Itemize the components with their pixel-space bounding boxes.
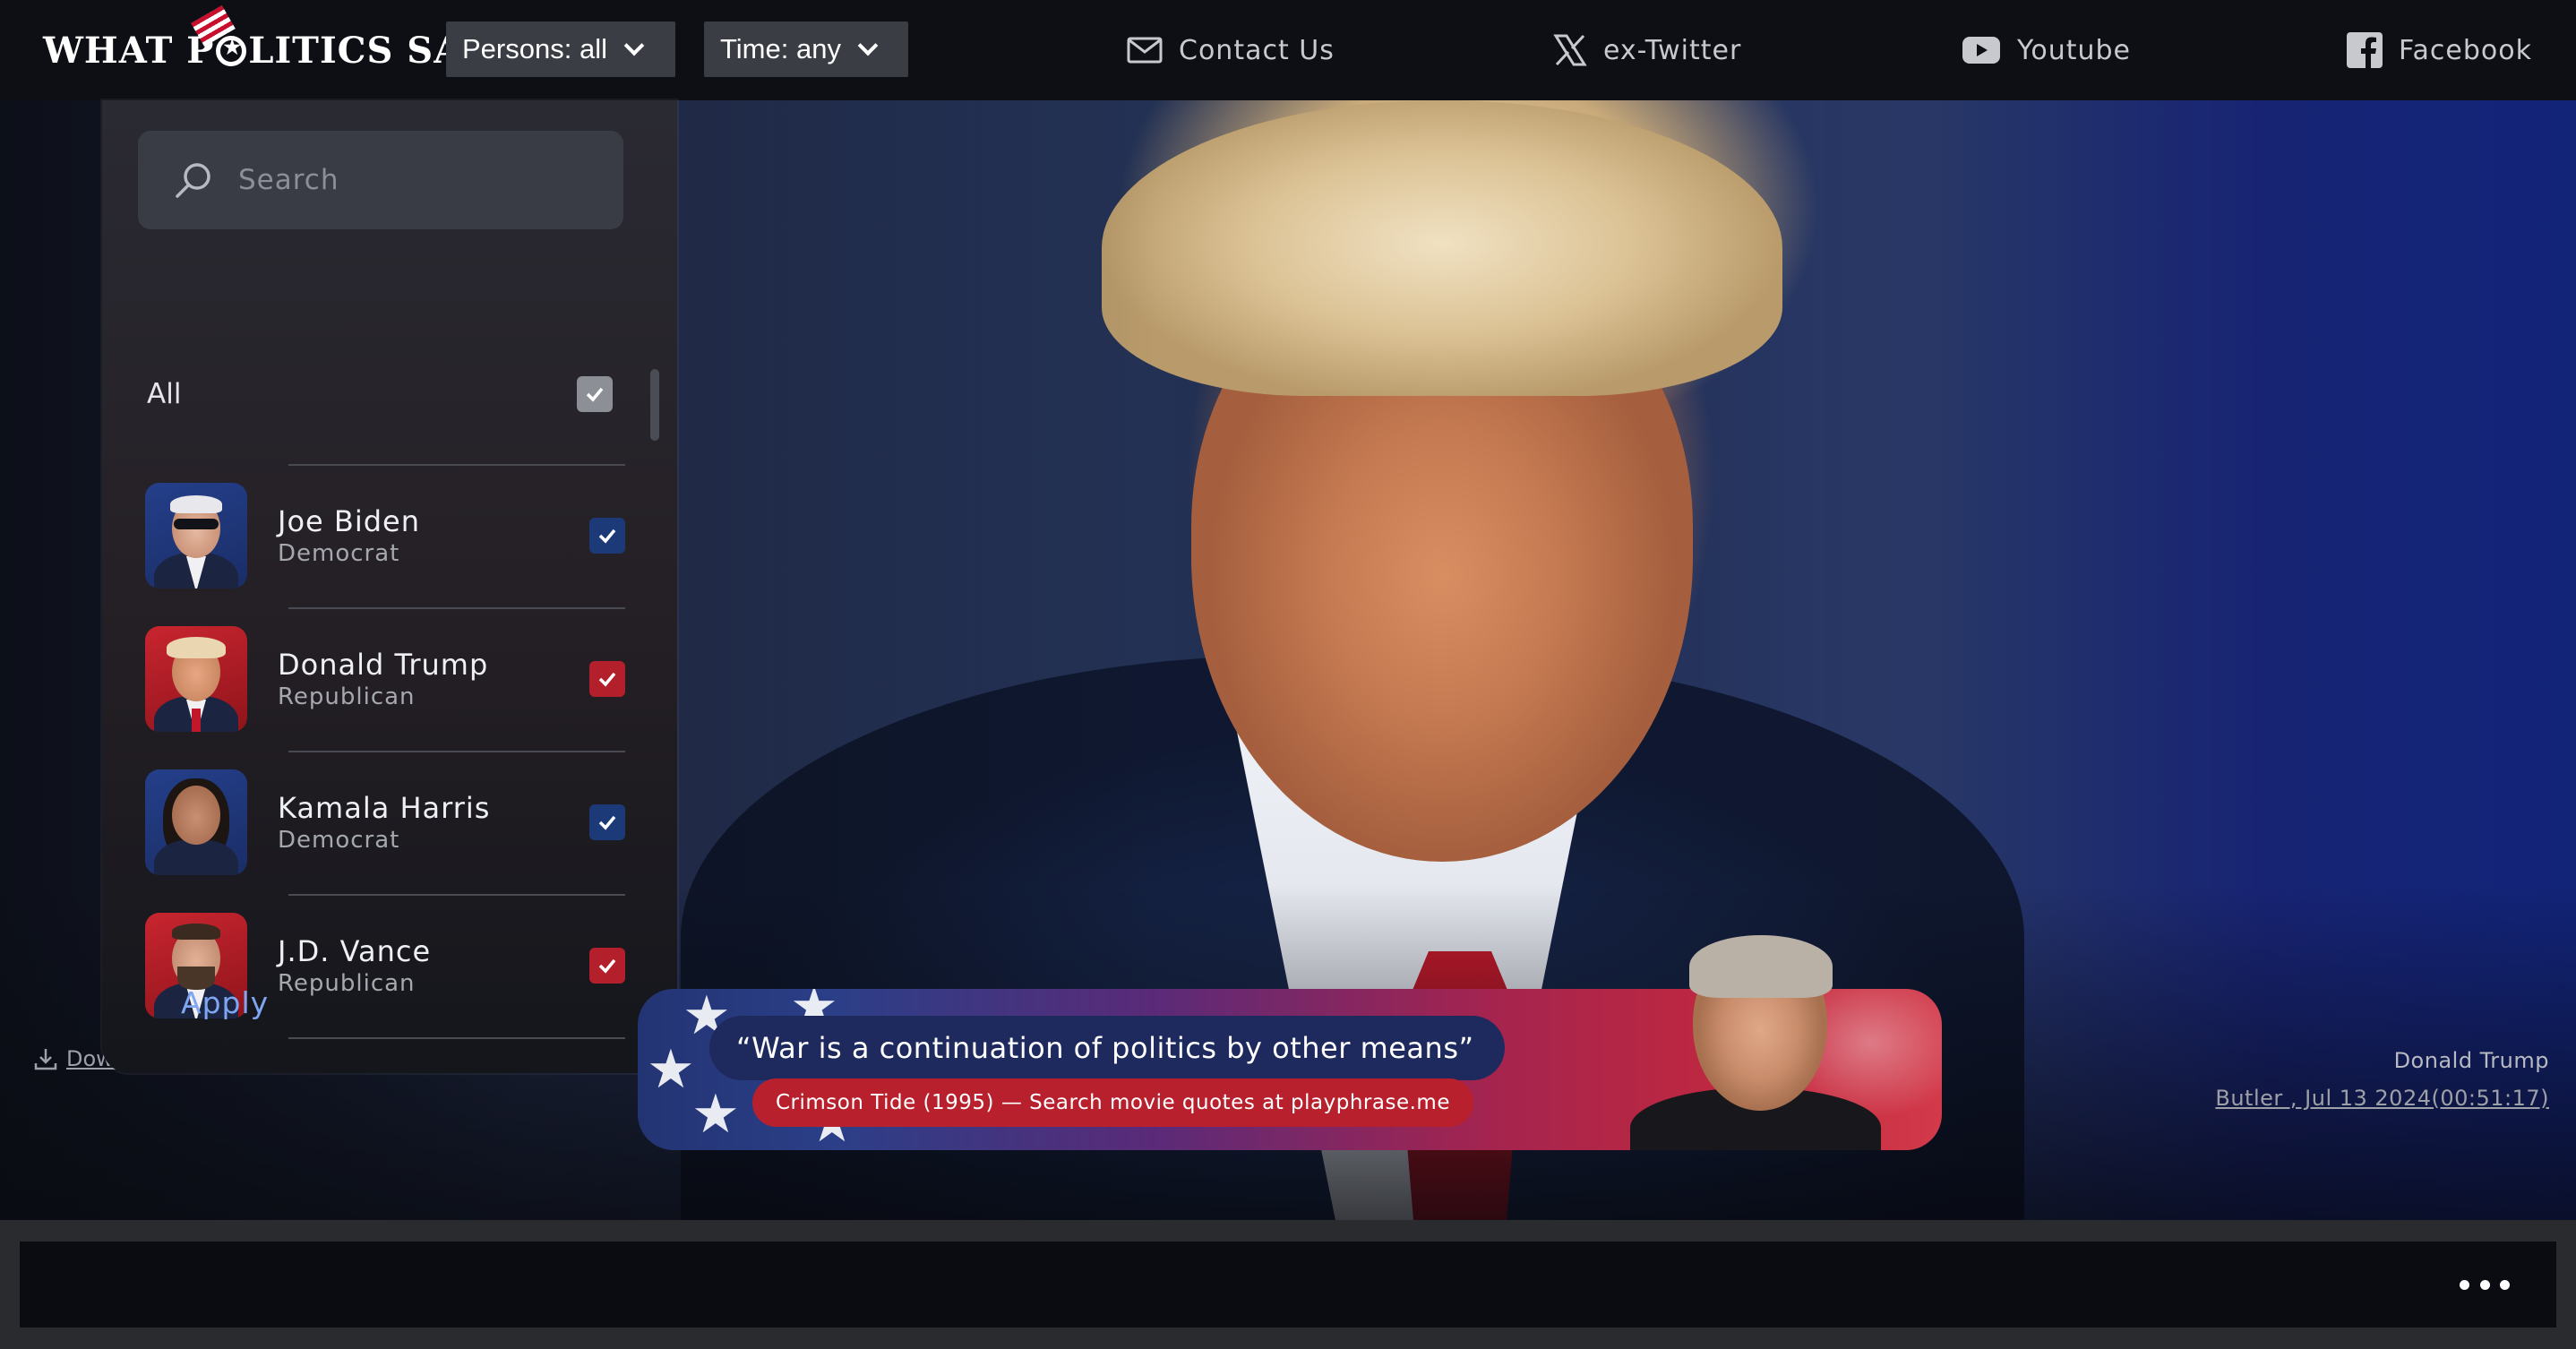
facebook-icon	[2347, 32, 2383, 68]
avatar	[145, 483, 247, 589]
person-name: Kamala Harris	[278, 791, 491, 825]
chevron-down-icon	[857, 35, 879, 56]
player-bar	[0, 1220, 2576, 1349]
x-icon	[1553, 34, 1587, 66]
select-all-checkbox[interactable]	[577, 376, 613, 412]
person-party: Democrat	[278, 540, 400, 567]
panel-scrollbar[interactable]	[650, 369, 659, 441]
check-icon	[598, 528, 616, 544]
apply-button[interactable]: Apply	[181, 985, 269, 1020]
person-checkbox[interactable]	[589, 948, 625, 984]
clip-caption: Donald Trump Butler , Jul 13 2024(00:51:…	[2215, 1048, 2549, 1111]
youtube-label: Youtube	[2017, 34, 2131, 66]
search-input[interactable]	[236, 163, 577, 197]
twitter-link[interactable]: ex-Twitter	[1553, 27, 1741, 73]
download-icon	[34, 1049, 57, 1070]
time-dropdown-label: Time: any	[720, 33, 841, 64]
check-icon	[598, 815, 616, 830]
avatar	[145, 626, 247, 732]
search-icon	[176, 163, 210, 198]
persons-dropdown-label: Persons: all	[462, 33, 607, 64]
check-icon	[586, 387, 604, 402]
youtube-link[interactable]: Youtube	[1962, 27, 2131, 73]
clip-location-link[interactable]: Butler , Jul 13 2024(00:51:17)	[2215, 1086, 2549, 1111]
persons-filter-panel: All Joe Biden Democrat	[102, 100, 677, 1073]
avatar	[145, 769, 247, 875]
check-icon	[598, 958, 616, 974]
actor-portrait	[1630, 935, 1881, 1150]
person-party: Republican	[278, 683, 416, 710]
divider	[288, 751, 625, 752]
persons-dropdown[interactable]: Persons: all	[446, 21, 675, 77]
youtube-icon	[1962, 37, 2000, 64]
person-checkbox[interactable]	[589, 661, 625, 697]
facebook-link[interactable]: Facebook	[2347, 27, 2532, 73]
check-icon	[598, 672, 616, 687]
search-box[interactable]	[138, 131, 623, 229]
person-name: Donald Trump	[278, 648, 489, 682]
person-party: Republican	[278, 970, 416, 997]
divider	[288, 894, 625, 896]
header: WHAT P LITICS SAY Persons: all Time: any…	[0, 0, 2576, 100]
person-item-partial	[145, 1037, 625, 1046]
facebook-label: Facebook	[2399, 34, 2532, 66]
logo-star-o	[216, 36, 247, 66]
select-all-label: All	[147, 378, 182, 410]
person-name: J.D. Vance	[278, 934, 432, 968]
person-item-donald-trump[interactable]: Donald Trump Republican	[145, 607, 625, 751]
clip-speaker: Donald Trump	[2393, 1048, 2549, 1073]
contact-label: Contact Us	[1179, 34, 1335, 66]
site-logo[interactable]: WHAT P LITICS SAY	[43, 5, 487, 79]
logo-text-part1: WHAT P	[43, 29, 215, 72]
person-party: Democrat	[278, 827, 400, 854]
quote-source-link[interactable]: Crimson Tide (1995) — Search movie quote…	[752, 1078, 1473, 1127]
quote-text: “War is a continuation of politics by ot…	[709, 1016, 1505, 1080]
person-item-kamala-harris[interactable]: Kamala Harris Democrat	[145, 751, 625, 894]
divider	[288, 1037, 625, 1039]
divider	[288, 464, 625, 466]
video-timeline[interactable]	[20, 1242, 2556, 1328]
twitter-label: ex-Twitter	[1603, 34, 1742, 66]
person-checkbox[interactable]	[589, 804, 625, 840]
time-dropdown[interactable]: Time: any	[704, 21, 908, 77]
mail-icon	[1127, 37, 1163, 64]
select-all-row[interactable]: All	[138, 358, 613, 430]
contact-link[interactable]: Contact Us	[1127, 27, 1335, 73]
more-icon[interactable]	[2460, 1272, 2510, 1297]
person-item-joe-biden[interactable]: Joe Biden Democrat	[145, 464, 625, 607]
person-name: Joe Biden	[278, 504, 420, 538]
chevron-down-icon	[623, 35, 645, 56]
person-checkbox[interactable]	[589, 518, 625, 554]
divider	[288, 607, 625, 609]
